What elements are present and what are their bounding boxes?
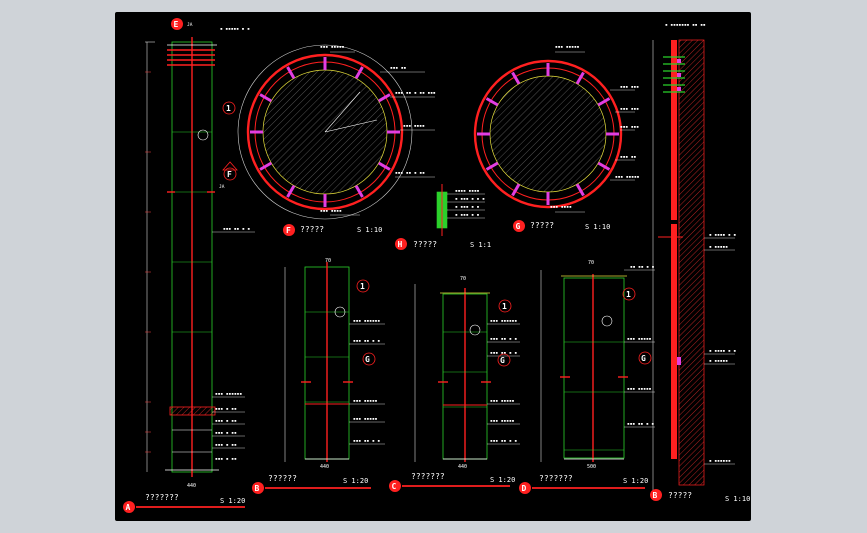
view-d-top-dim: 70	[588, 260, 594, 266]
view-d-elevation: 500 70 ▪▪ ▪▪ ▪ ▪ ▪▪▪ ▪▪▪▪▪ ▪▪▪ ▪▪▪▪▪ ▪▪▪…	[519, 260, 655, 494]
drawing-sheet: 440 ▪▪▪ ▪▪ ▪ ▪ ▪▪▪ ▪▪▪▪▪▪ ▪▪▪ ▪ ▪▪ ▪▪▪ ▪…	[115, 12, 751, 521]
view-a-width-dim: 440	[187, 483, 196, 489]
view-d-scale: S 1:20	[623, 477, 648, 485]
svg-text:▪ ▪▪▪ ▪ ▪ ▪: ▪ ▪▪▪ ▪ ▪ ▪	[455, 197, 485, 202]
svg-text:▪▪▪ ▪▪▪▪▪: ▪▪▪ ▪▪▪▪▪	[490, 419, 515, 424]
view-a-elevation: 440 ▪▪▪ ▪▪ ▪ ▪ ▪▪▪ ▪▪▪▪▪▪ ▪▪▪ ▪ ▪▪ ▪▪▪ ▪…	[145, 18, 255, 489]
svg-text:▪▪▪ ▪▪▪▪▪: ▪▪▪ ▪▪▪▪▪	[627, 387, 652, 392]
view-h-title: ?????	[413, 240, 437, 249]
view-b-section-right: ▪ ▪▪▪▪▪▪▪ ▪▪ ▪▪ ▪ ▪▪▪▪ ▪ ▪ ▪ ▪▪▪▪▪ ▪ ▪▪▪…	[650, 23, 750, 503]
view-h-detail: ▪▪▪▪ ▪▪▪▪ ▪ ▪▪▪ ▪ ▪ ▪ ▪ ▪▪▪ ▪ ▪ ▪ ▪▪▪ ▪ …	[395, 184, 491, 250]
svg-text:▪▪▪ ▪ ▪▪: ▪▪▪ ▪ ▪▪	[215, 457, 237, 462]
marker-ja-f: JA	[219, 184, 225, 190]
view-b-letter: B	[255, 484, 260, 493]
marker-ja-top: JA	[187, 22, 193, 28]
svg-text:▪▪▪ ▪▪: ▪▪▪ ▪▪	[390, 66, 407, 71]
view-c-elevation: 440 70 ▪▪▪ ▪▪▪▪▪▪ ▪▪▪ ▪▪ ▪ ▪ ▪▪▪ ▪▪ ▪ ▪ …	[389, 276, 520, 492]
svg-text:▪▪▪ ▪▪ ▪ ▪: ▪▪▪ ▪▪ ▪ ▪	[353, 339, 380, 344]
marker-g-c: G	[500, 356, 505, 365]
svg-text:▪ ▪▪▪▪▪: ▪ ▪▪▪▪▪	[709, 359, 728, 364]
view-a-scale: S 1:20	[220, 497, 245, 505]
svg-text:▪▪▪ ▪▪▪▪: ▪▪▪ ▪▪▪▪	[550, 205, 572, 210]
svg-text:▪▪▪ ▪▪ ▪ ▪▪: ▪▪▪ ▪▪ ▪ ▪▪	[395, 171, 425, 176]
svg-text:▪▪▪ ▪▪▪▪▪: ▪▪▪ ▪▪▪▪▪	[320, 45, 345, 50]
view-g-title: ?????	[530, 221, 554, 230]
marker-1-c: 1	[502, 302, 507, 311]
view-c-width-dim: 440	[458, 464, 467, 470]
view-b-top-dim: 70	[325, 258, 331, 264]
cad-drawing: 440 ▪▪▪ ▪▪ ▪ ▪ ▪▪▪ ▪▪▪▪▪▪ ▪▪▪ ▪ ▪▪ ▪▪▪ ▪…	[123, 18, 750, 513]
svg-text:▪ ▪▪▪▪▪▪: ▪ ▪▪▪▪▪▪	[709, 459, 731, 464]
svg-text:▪ ▪▪▪▪▪ ▪ ▪: ▪ ▪▪▪▪▪ ▪ ▪	[220, 27, 250, 32]
view-b-elevation: 440 70 ▪▪▪ ▪▪▪▪▪▪ ▪▪▪ ▪▪ ▪ ▪ ▪▪▪ ▪▪▪▪▪ ▪…	[252, 258, 385, 494]
marker-1-a: 1	[226, 104, 231, 113]
svg-text:▪ ▪▪▪▪▪▪▪ ▪▪ ▪▪: ▪ ▪▪▪▪▪▪▪ ▪▪ ▪▪	[665, 23, 706, 28]
svg-text:▪▪▪ ▪ ▪▪: ▪▪▪ ▪ ▪▪	[215, 443, 237, 448]
svg-text:▪▪▪ ▪ ▪▪: ▪▪▪ ▪ ▪▪	[215, 419, 237, 424]
view-f-section: ▪▪▪ ▪▪▪▪▪ ▪▪▪ ▪▪ ▪▪▪ ▪▪ ▪ ▪▪ ▪▪▪ ▪▪▪ ▪▪▪…	[237, 44, 436, 236]
svg-text:▪▪▪ ▪▪▪▪▪: ▪▪▪ ▪▪▪▪▪	[555, 45, 580, 50]
svg-text:▪▪▪ ▪▪ ▪ ▪▪ ▪▪▪: ▪▪▪ ▪▪ ▪ ▪▪ ▪▪▪	[395, 91, 436, 96]
svg-text:▪▪▪ ▪▪▪▪▪: ▪▪▪ ▪▪▪▪▪	[627, 337, 652, 342]
svg-text:▪▪▪ ▪▪▪▪▪▪: ▪▪▪ ▪▪▪▪▪▪	[353, 319, 380, 324]
svg-text:▪ ▪▪▪▪ ▪ ▪: ▪ ▪▪▪▪ ▪ ▪	[709, 233, 736, 238]
svg-text:▪▪▪ ▪▪▪▪▪: ▪▪▪ ▪▪▪▪▪	[353, 417, 378, 422]
svg-text:▪▪▪ ▪ ▪▪: ▪▪▪ ▪ ▪▪	[215, 431, 237, 436]
view-a-title: ???????	[145, 493, 179, 502]
svg-text:▪ ▪▪▪▪ ▪ ▪: ▪ ▪▪▪▪ ▪ ▪	[709, 349, 736, 354]
marker-1-d: 1	[626, 290, 631, 299]
marker-f: F	[227, 170, 232, 179]
view-d-width-dim: 500	[587, 464, 596, 470]
svg-text:▪▪▪ ▪▪▪: ▪▪▪ ▪▪▪	[620, 107, 639, 112]
view-c-title: ???????	[411, 472, 445, 481]
svg-text:▪▪▪ ▪▪▪▪▪▪: ▪▪▪ ▪▪▪▪▪▪	[490, 319, 517, 324]
view-b2-title: ?????	[668, 491, 692, 500]
view-h-letter: H	[398, 240, 403, 249]
view-d-title: ???????	[539, 474, 573, 483]
view-b-title: ??????	[268, 474, 297, 483]
svg-text:▪ ▪▪▪ ▪ ▪: ▪ ▪▪▪ ▪ ▪	[455, 205, 480, 210]
svg-text:▪▪▪ ▪▪▪▪▪: ▪▪▪ ▪▪▪▪▪	[490, 399, 515, 404]
svg-text:▪▪▪ ▪▪▪: ▪▪▪ ▪▪▪	[620, 85, 639, 90]
view-f-title: ?????	[300, 225, 324, 234]
svg-text:▪▪▪ ▪▪▪▪▪▪: ▪▪▪ ▪▪▪▪▪▪	[215, 392, 242, 397]
svg-text:▪▪▪ ▪▪▪▪: ▪▪▪ ▪▪▪▪	[403, 124, 425, 129]
svg-text:▪▪▪ ▪▪ ▪ ▪: ▪▪▪ ▪▪ ▪ ▪	[223, 227, 250, 232]
view-h-scale: S 1:1	[470, 241, 491, 249]
view-f-letter: F	[286, 226, 291, 235]
view-a-letter: A	[126, 503, 131, 512]
marker-g-b: G	[365, 355, 370, 364]
svg-text:▪ ▪▪▪▪▪: ▪ ▪▪▪▪▪	[709, 245, 728, 250]
svg-text:▪▪▪ ▪▪▪▪▪: ▪▪▪ ▪▪▪▪▪	[615, 175, 640, 180]
marker-e: E	[174, 20, 179, 29]
svg-text:▪▪▪ ▪▪▪: ▪▪▪ ▪▪▪	[620, 125, 639, 130]
view-g-scale: S 1:10	[585, 223, 610, 231]
view-f-scale: S 1:10	[357, 226, 382, 234]
view-g-letter: G	[516, 222, 521, 231]
view-b2-scale: S 1:10	[725, 495, 750, 503]
view-b-scale: S 1:20	[343, 477, 368, 485]
view-b-width-dim: 440	[320, 464, 329, 470]
view-c-scale: S 1:20	[490, 476, 515, 484]
svg-text:▪▪▪ ▪ ▪▪: ▪▪▪ ▪ ▪▪	[215, 407, 237, 412]
view-c-top-dim: 70	[460, 276, 466, 282]
svg-text:▪▪▪ ▪▪▪▪: ▪▪▪ ▪▪▪▪	[320, 209, 342, 214]
view-a-label: A ??????? S 1:20	[123, 493, 245, 513]
svg-text:▪▪▪ ▪▪ ▪ ▪: ▪▪▪ ▪▪ ▪ ▪	[490, 337, 517, 342]
svg-text:▪▪▪▪ ▪▪▪▪: ▪▪▪▪ ▪▪▪▪	[455, 189, 480, 194]
svg-text:▪▪▪ ▪▪ ▪ ▪: ▪▪▪ ▪▪ ▪ ▪	[490, 439, 517, 444]
svg-text:▪ ▪▪▪ ▪ ▪: ▪ ▪▪▪ ▪ ▪	[455, 213, 480, 218]
marker-1-b: 1	[360, 282, 365, 291]
svg-text:▪▪▪ ▪▪: ▪▪▪ ▪▪	[620, 155, 637, 160]
marker-g-d: G	[641, 354, 646, 363]
svg-text:▪▪▪ ▪▪ ▪ ▪: ▪▪▪ ▪▪ ▪ ▪	[627, 422, 654, 427]
view-b2-letter: B	[653, 491, 658, 500]
view-c-letter: C	[392, 482, 397, 491]
view-d-letter: D	[522, 484, 527, 493]
svg-text:▪▪▪ ▪▪ ▪ ▪: ▪▪▪ ▪▪ ▪ ▪	[353, 439, 380, 444]
svg-text:▪▪ ▪▪ ▪ ▪: ▪▪ ▪▪ ▪ ▪	[630, 265, 655, 270]
view-g-section: ▪▪▪ ▪▪▪▪▪ ▪▪▪ ▪▪▪ ▪▪▪ ▪▪▪ ▪▪▪ ▪▪▪ ▪▪▪ ▪▪…	[473, 45, 640, 232]
svg-text:▪▪▪ ▪▪▪▪▪: ▪▪▪ ▪▪▪▪▪	[353, 399, 378, 404]
